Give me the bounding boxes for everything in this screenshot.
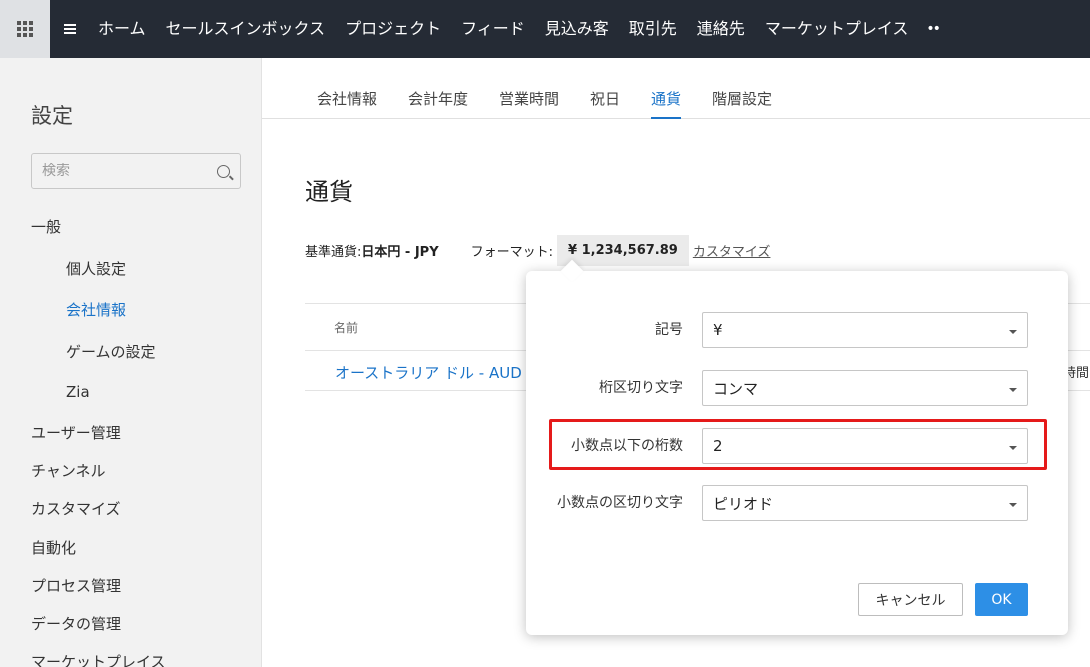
format-label: フォーマット: <box>470 244 554 260</box>
thousand-separator-value: コンマ <box>713 379 759 398</box>
nav-items: ホーム セールスインボックス プロジェクト フィード 見込み客 取引先 連絡先 … <box>88 0 947 58</box>
tab-hierarchy[interactable]: 階層設定 <box>712 88 772 109</box>
highlight-box <box>549 419 1047 470</box>
sidebar-item-user-management[interactable]: ユーザー管理 <box>31 422 121 443</box>
symbol-select[interactable]: ¥ <box>702 312 1028 348</box>
thousand-separator-select[interactable]: コンマ <box>702 370 1028 406</box>
currency-format-popup: 記号 ¥ 桁区切り文字 コンマ 小数点以下の桁数 2 小数点の区切り文字 ピリオ… <box>526 259 1068 635</box>
sidebar-title: 設定 <box>31 104 73 128</box>
sidebar-item-general[interactable]: 一般 <box>31 216 61 237</box>
sidebar-item-customization[interactable]: カスタマイズ <box>31 498 121 519</box>
ok-button[interactable]: OK <box>975 583 1028 616</box>
more-icon[interactable]: •• <box>918 21 947 37</box>
base-currency-label: 基準通貨: <box>305 244 362 260</box>
tab-holidays[interactable]: 祝日 <box>590 88 620 109</box>
nav-item-sales-inbox[interactable]: セールスインボックス <box>156 0 336 58</box>
sidebar-item-automation[interactable]: 自動化 <box>31 537 76 558</box>
nav-item-feeds[interactable]: フィード <box>451 0 535 58</box>
chevron-down-icon <box>1009 330 1017 334</box>
hamburger-icon <box>64 24 76 34</box>
nav-item-projects[interactable]: プロジェクト <box>335 0 451 58</box>
tab-company-details[interactable]: 会社情報 <box>317 88 377 109</box>
sidebar-item-process-management[interactable]: プロセス管理 <box>31 575 121 596</box>
decimal-separator-select[interactable]: ピリオド <box>702 485 1028 521</box>
tab-fiscal-year[interactable]: 会計年度 <box>408 88 468 109</box>
nav-item-contacts[interactable]: 連絡先 <box>687 0 755 58</box>
tab-business-hours[interactable]: 営業時間 <box>499 88 559 109</box>
sidebar-search[interactable] <box>31 153 241 189</box>
grid-icon <box>17 21 33 37</box>
nav-item-home[interactable]: ホーム <box>88 0 156 58</box>
sidebar-item-zia[interactable]: Zia <box>66 383 90 401</box>
customize-link[interactable]: カスタマイズ <box>693 241 771 260</box>
currency-row-link[interactable]: オーストラリア ドル - AUD <box>335 362 522 383</box>
tab-currencies[interactable]: 通貨 <box>651 88 682 119</box>
symbol-select-value: ¥ <box>713 321 723 339</box>
chevron-down-icon <box>1009 503 1017 507</box>
decimal-separator-value: ピリオド <box>713 494 774 513</box>
search-icon[interactable] <box>217 164 230 178</box>
app-launcher-button[interactable] <box>0 0 50 58</box>
settings-sidebar: 設定 一般 個人設定 会社情報 ゲームの設定 Zia ユーザー管理 チャンネル … <box>0 58 262 667</box>
menu-button[interactable] <box>52 0 88 58</box>
nav-item-accounts[interactable]: 取引先 <box>619 0 687 58</box>
base-currency-row: 基準通貨: 日本円 - JPY フォーマット: ¥ 1,234,567.89 カ… <box>305 234 770 266</box>
nav-item-marketplace[interactable]: マーケットプレイス <box>755 0 919 58</box>
page-title: 通貨 <box>305 178 353 206</box>
base-currency-value: 日本円 - JPY <box>361 244 439 260</box>
format-value: ¥ 1,234,567.89 <box>557 234 689 266</box>
top-navigation-bar: ホーム セールスインボックス プロジェクト フィード 見込み客 取引先 連絡先 … <box>0 0 1090 58</box>
chevron-down-icon <box>1009 388 1017 392</box>
sidebar-item-data-administration[interactable]: データの管理 <box>31 613 121 634</box>
sidebar-item-company-details[interactable]: 会社情報 <box>66 299 126 320</box>
thousand-separator-label: 桁区切り文字 <box>599 380 683 396</box>
cancel-button[interactable]: キャンセル <box>858 583 963 616</box>
sidebar-item-marketplace[interactable]: マーケットプレイス <box>31 651 166 667</box>
nav-item-leads[interactable]: 見込み客 <box>535 0 619 58</box>
sidebar-item-personal-settings[interactable]: 個人設定 <box>66 258 126 279</box>
sidebar-item-game-settings[interactable]: ゲームの設定 <box>66 341 156 362</box>
search-input[interactable] <box>42 163 217 179</box>
column-header-name: 名前 <box>334 321 359 335</box>
symbol-label: 記号 <box>655 322 683 338</box>
decimal-separator-label: 小数点の区切り文字 <box>557 495 683 511</box>
sidebar-item-channels[interactable]: チャンネル <box>31 460 106 481</box>
company-settings-tabs: 会社情報 会計年度 営業時間 祝日 通貨 階層設定 <box>262 58 1090 119</box>
